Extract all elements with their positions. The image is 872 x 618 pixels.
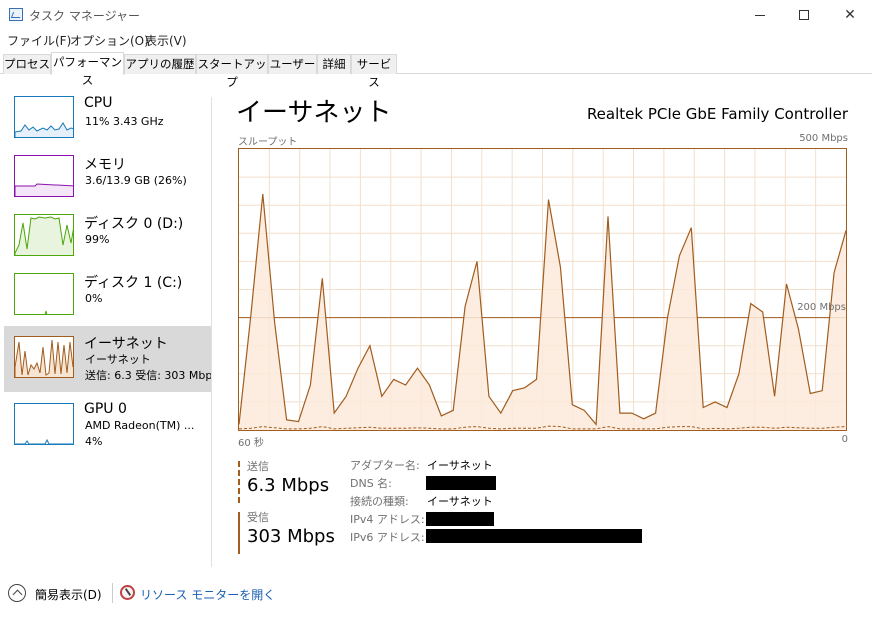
close-icon: ✕ (844, 7, 856, 23)
fewer-details-button[interactable]: 簡易表示(D) (35, 586, 102, 603)
tab-details[interactable]: 詳細 (317, 54, 351, 74)
x-axis-left-label: 60 秒 (238, 438, 264, 449)
menu-options[interactable]: オプション(O) (70, 32, 149, 49)
throughput-graph (238, 148, 847, 431)
redacted-dns (426, 476, 496, 490)
prop-ipv4-label: IPv4 アドレス: (350, 513, 425, 526)
adapter-name: Realtek PCIe GbE Family Controller (586, 105, 848, 123)
prop-ipv6-label: IPv6 アドレス: (350, 531, 425, 544)
sidebar-item-detail: イーサネット (85, 353, 151, 366)
tab-app-history[interactable]: アプリの履歴 (124, 54, 196, 74)
open-resource-monitor-link[interactable]: リソース モニターを開く (140, 586, 275, 603)
x-axis-right-label: 0 (841, 434, 848, 445)
resource-monitor-icon[interactable] (120, 585, 135, 600)
footer-divider (112, 583, 113, 603)
sidebar-item-title: CPU (84, 95, 113, 111)
send-value: 6.3 Mbps (247, 475, 330, 496)
sidebar-item-disk1[interactable]: ディスク 1 (C:) 0% (4, 264, 211, 328)
window-title: タスク マネージャー (29, 9, 140, 23)
minimize-icon (755, 14, 765, 16)
title-bar: タスク マネージャー ✕ (0, 0, 872, 30)
tab-startup[interactable]: スタートアップ (196, 54, 268, 89)
tab-users[interactable]: ユーザー (268, 54, 317, 74)
sidebar-item-detail: 11% 3.43 GHz (85, 115, 164, 128)
y-axis-label: スループット (238, 137, 298, 148)
disk0-thumbnail-graph (14, 214, 74, 256)
throughput-chart (239, 149, 846, 430)
chevron-up-icon[interactable] (8, 584, 26, 602)
maximize-icon (799, 10, 809, 20)
close-button[interactable]: ✕ (827, 0, 872, 30)
redacted-ipv4 (426, 512, 494, 526)
sidebar-item-title: ディスク 0 (D:) (84, 216, 184, 232)
y-max-label: 500 Mbps (799, 133, 848, 144)
sidebar-item-detail: 3.6/13.9 GB (26%) (85, 174, 187, 187)
tab-performance[interactable]: パフォーマンス (51, 52, 124, 87)
sidebar-divider (211, 97, 212, 567)
memory-thumbnail-graph (14, 155, 74, 197)
performance-sidebar: CPU 11% 3.43 GHz メモリ 3.6/13.9 GB (26%) デ… (0, 75, 212, 567)
send-label: 送信 (247, 460, 269, 473)
receive-stat: 受信 303 Mbps (238, 511, 338, 554)
gpu-thumbnail-graph (14, 403, 74, 445)
tab-services[interactable]: サービス (351, 54, 397, 89)
sidebar-item-title: GPU 0 (84, 401, 127, 417)
minimize-button[interactable] (737, 0, 783, 30)
cpu-thumbnail-graph (14, 96, 74, 138)
disk1-thumbnail-graph (14, 273, 74, 315)
sidebar-item-ethernet[interactable]: イーサネット イーサネット 送信: 6.3 受信: 303 Mbp (4, 326, 213, 392)
sidebar-item-memory[interactable]: メモリ 3.6/13.9 GB (26%) (4, 146, 211, 210)
sidebar-item-title: ディスク 1 (C:) (84, 275, 183, 291)
menu-bar: ファイル(F) オプション(O) 表示(V) (0, 30, 872, 50)
ethernet-thumbnail-graph (14, 336, 74, 378)
reference-line-label: 200 Mbps (797, 302, 846, 313)
sidebar-item-detail: 99% (85, 233, 110, 246)
prop-adapter-value: イーサネット (427, 459, 493, 472)
sidebar-item-disk0[interactable]: ディスク 0 (D:) 99% (4, 205, 211, 269)
sidebar-item-title: イーサネット (84, 336, 168, 352)
maximize-button[interactable] (781, 0, 827, 30)
tab-bar: プロセス パフォーマンス アプリの履歴 スタートアップ ユーザー 詳細 サービス (0, 52, 872, 89)
page-title: イーサネット (236, 98, 392, 128)
redacted-ipv6 (426, 529, 642, 543)
prop-connection-value: イーサネット (427, 495, 493, 508)
receive-value: 303 Mbps (247, 526, 335, 547)
sidebar-item-usage: 4% (85, 435, 103, 448)
menu-file[interactable]: ファイル(F) (7, 32, 71, 49)
sidebar-item-cpu[interactable]: CPU 11% 3.43 GHz (4, 87, 211, 151)
sidebar-item-title: メモリ (84, 157, 126, 173)
tab-processes[interactable]: プロセス (3, 54, 51, 74)
receive-label: 受信 (247, 511, 269, 524)
sidebar-item-detail: 0% (85, 292, 103, 305)
sidebar-item-detail: AMD Radeon(TM) ... (85, 419, 195, 432)
menu-view[interactable]: 表示(V) (145, 32, 187, 49)
task-manager-icon (9, 8, 23, 21)
prop-dns-label: DNS 名: (350, 477, 392, 490)
send-stat: 送信 6.3 Mbps (238, 460, 338, 503)
prop-connection-label: 接続の種類: (350, 495, 409, 508)
sidebar-item-gpu0[interactable]: GPU 0 AMD Radeon(TM) ... 4% (4, 392, 211, 458)
footer-bar: 簡易表示(D) リソース モニターを開く (0, 578, 872, 608)
sidebar-item-throughput: 送信: 6.3 受信: 303 Mbp (85, 369, 213, 382)
prop-adapter-label: アダプター名: (350, 459, 420, 472)
